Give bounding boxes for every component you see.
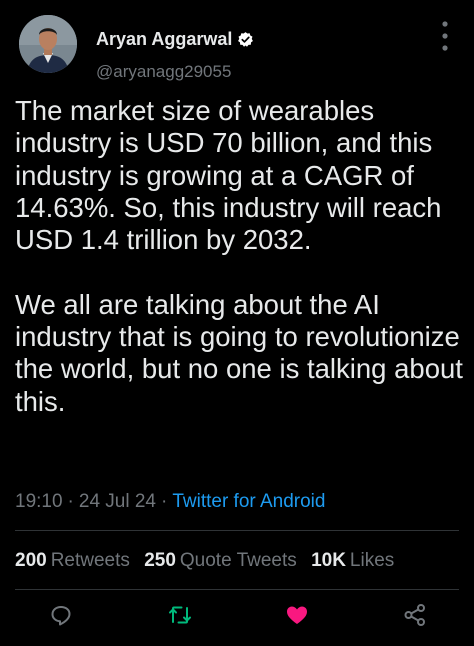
tweet-paragraph: We all are talking about the AI industry… xyxy=(15,288,463,417)
share-icon xyxy=(404,604,425,626)
divider xyxy=(15,589,459,590)
engagement-stats: 200 Retweets 250 Quote Tweets 10K Likes xyxy=(15,548,403,574)
quote-tweets-count: 250 xyxy=(144,550,176,571)
more-options-icon[interactable] xyxy=(437,19,453,53)
verified-badge-icon xyxy=(238,31,254,47)
share-button[interactable] xyxy=(402,602,428,628)
separator-dot: · xyxy=(161,491,168,512)
separator-dot: · xyxy=(67,491,74,512)
tweet-text: The market size of wearables industry is… xyxy=(15,95,465,418)
retweet-icon xyxy=(169,606,191,624)
tweet-source-link[interactable]: Twitter for Android xyxy=(172,491,325,512)
quote-tweets-stat[interactable]: 250 Quote Tweets xyxy=(144,550,297,571)
tweet-meta: 19:10 · 24 Jul 24 · Twitter for Android xyxy=(15,489,325,515)
reply-button[interactable] xyxy=(48,602,74,628)
avatar[interactable] xyxy=(19,15,77,73)
tweet-date: 24 Jul 24 xyxy=(78,491,156,512)
retweet-button[interactable] xyxy=(167,602,193,628)
like-button[interactable] xyxy=(284,602,310,628)
like-icon xyxy=(287,606,307,624)
tweet-paragraph: The market size of wearables industry is… xyxy=(15,95,442,256)
likes-label: Likes xyxy=(349,550,395,571)
likes-count: 10K xyxy=(311,550,346,571)
reply-icon xyxy=(51,606,71,626)
display-name[interactable]: Aryan Aggarwal xyxy=(96,29,232,50)
retweets-label: Retweets xyxy=(50,550,130,571)
divider xyxy=(15,530,459,531)
profile-photo xyxy=(19,15,77,73)
author-name-row[interactable]: Aryan Aggarwal xyxy=(96,27,254,51)
likes-stat[interactable]: 10K Likes xyxy=(311,550,394,571)
author-handle[interactable]: @aryanagg29055 xyxy=(96,62,231,82)
retweets-count: 200 xyxy=(15,550,47,571)
retweets-stat[interactable]: 200 Retweets xyxy=(15,550,130,571)
quote-tweets-label: Quote Tweets xyxy=(179,550,297,571)
tweet-time: 19:10 xyxy=(15,491,63,512)
